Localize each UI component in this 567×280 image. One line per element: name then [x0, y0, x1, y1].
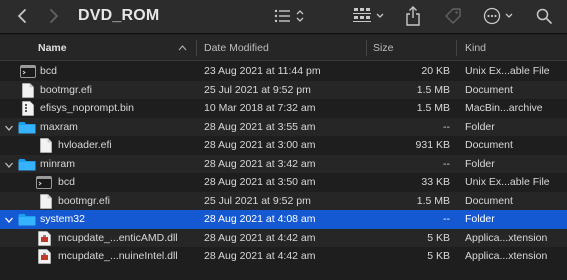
chevron-left-icon	[18, 9, 26, 23]
column-divider[interactable]	[456, 40, 457, 56]
terminal-file-icon	[36, 176, 52, 189]
file-kind: Document	[465, 83, 513, 96]
sort-ascending-icon	[178, 45, 187, 51]
file-row[interactable]: hvloader.efi 28 Aug 2021 at 3:00 am 931 …	[0, 136, 567, 155]
column-size[interactable]: Size	[373, 35, 393, 61]
date-modified: 28 Aug 2021 at 4:08 am	[204, 213, 316, 226]
file-name: bootmgr.efi	[58, 194, 110, 207]
file-kind: Folder	[465, 157, 495, 170]
terminal-file-icon	[20, 65, 36, 78]
file-name: bootmgr.efi	[40, 83, 92, 96]
file-name: bcd	[40, 65, 57, 78]
file-kind: Unix Ex...able File	[465, 176, 550, 189]
dll-extension-icon	[38, 249, 51, 264]
folder-row[interactable]: minram 28 Aug 2021 at 3:42 am -- Folder	[0, 154, 567, 173]
back-button[interactable]	[14, 6, 30, 26]
column-name[interactable]: Name	[38, 35, 67, 61]
list-view-icon	[274, 9, 304, 23]
share-icon	[406, 6, 420, 26]
file-kind: Folder	[465, 213, 495, 226]
file-size: --	[443, 157, 450, 170]
file-size: 1.5 MB	[416, 102, 450, 115]
folder-name: minram	[40, 157, 76, 170]
folder-name: maxram	[40, 120, 78, 133]
file-row[interactable]: bootmgr.efi 25 Jul 2021 at 9:52 pm 1.5 M…	[0, 80, 567, 99]
action-menu-button[interactable]	[483, 6, 519, 26]
file-size: 20 KB	[421, 65, 450, 78]
column-date-modified[interactable]: Date Modified	[204, 35, 269, 61]
file-row[interactable]: efisys_noprompt.bin 10 Mar 2018 at 7:32 …	[0, 99, 567, 118]
folder-icon	[18, 214, 36, 226]
file-kind: MacBin...archive	[465, 102, 543, 115]
document-icon	[40, 138, 52, 153]
file-row[interactable]: mcupdate_...enticAMD.dll 28 Aug 2021 at …	[0, 228, 567, 247]
document-icon	[40, 193, 52, 209]
file-size: 33 KB	[421, 176, 450, 189]
file-size: --	[443, 213, 450, 226]
file-row[interactable]: bcd 28 Aug 2021 at 3:50 am 33 KB Unix Ex…	[0, 173, 567, 192]
file-size: 5 KB	[427, 231, 450, 244]
column-header: Name Date Modified Size Kind	[0, 35, 567, 61]
file-name: efisys_noprompt.bin	[40, 102, 134, 115]
disclosure-expanded-icon[interactable]	[4, 215, 14, 225]
toolbar: DVD_ROM	[0, 0, 567, 34]
search-icon	[536, 8, 552, 24]
search-button[interactable]	[535, 6, 553, 26]
window-title: DVD_ROM	[78, 7, 160, 24]
date-modified: 28 Aug 2021 at 4:42 am	[204, 231, 316, 244]
file-row[interactable]: bcd 23 Aug 2021 at 11:44 pm 20 KB Unix E…	[0, 62, 567, 81]
column-divider[interactable]	[196, 40, 197, 56]
more-options-icon	[483, 7, 513, 25]
binary-archive-icon	[22, 101, 34, 116]
date-modified: 28 Aug 2021 at 4:42 am	[204, 250, 316, 263]
view-list-button[interactable]	[273, 6, 309, 26]
document-icon	[22, 82, 34, 98]
date-modified: 10 Mar 2018 at 7:32 am	[204, 102, 316, 115]
date-modified: 28 Aug 2021 at 3:42 am	[204, 157, 316, 170]
group-button[interactable]	[352, 6, 388, 26]
finder-window: DVD_ROM Name Date Modified Size Kind bcd…	[0, 0, 567, 280]
file-name: bcd	[58, 176, 75, 189]
date-modified: 23 Aug 2021 at 11:44 pm	[204, 65, 321, 78]
tags-button[interactable]	[443, 6, 463, 26]
file-size: --	[443, 120, 450, 133]
file-name: hvloader.efi	[58, 139, 112, 152]
file-row[interactable]: bootmgr.efi 25 Jul 2021 at 9:52 pm 1.5 M…	[0, 191, 567, 210]
folder-icon	[18, 158, 36, 170]
file-kind: Applica...xtension	[465, 231, 548, 244]
file-kind: Document	[465, 139, 513, 152]
folder-row-selected[interactable]: system32 28 Aug 2021 at 4:08 am -- Folde…	[0, 210, 567, 229]
file-size: 1.5 MB	[416, 83, 450, 96]
date-modified: 28 Aug 2021 at 3:00 am	[204, 139, 316, 152]
file-name: mcupdate_...nuineIntel.dll	[58, 250, 178, 263]
folder-row[interactable]: maxram 28 Aug 2021 at 3:55 am -- Folder	[0, 117, 567, 136]
tag-icon	[445, 8, 461, 24]
grid-group-icon	[353, 8, 384, 22]
share-button[interactable]	[404, 6, 422, 26]
date-modified: 25 Jul 2021 at 9:52 pm	[204, 83, 311, 96]
disclosure-expanded-icon[interactable]	[4, 123, 14, 133]
column-kind[interactable]: Kind	[465, 35, 486, 61]
file-size: 5 KB	[427, 250, 450, 263]
file-row[interactable]: mcupdate_...nuineIntel.dll 28 Aug 2021 a…	[0, 247, 567, 266]
disclosure-expanded-icon[interactable]	[4, 160, 14, 170]
file-list: bcd 23 Aug 2021 at 11:44 pm 20 KB Unix E…	[0, 62, 567, 266]
file-size: 931 KB	[415, 139, 450, 152]
file-kind: Unix Ex...able File	[465, 65, 550, 78]
file-kind: Applica...xtension	[465, 250, 548, 263]
file-kind: Folder	[465, 120, 495, 133]
dll-extension-icon	[38, 230, 51, 246]
file-size: 1.5 MB	[416, 194, 450, 207]
date-modified: 28 Aug 2021 at 3:55 am	[204, 120, 316, 133]
folder-icon	[18, 121, 36, 133]
forward-button[interactable]	[46, 6, 62, 26]
date-modified: 28 Aug 2021 at 3:50 am	[204, 176, 316, 189]
chevron-right-icon	[50, 9, 58, 23]
column-divider[interactable]	[366, 40, 367, 56]
file-kind: Document	[465, 194, 513, 207]
date-modified: 25 Jul 2021 at 9:52 pm	[204, 194, 311, 207]
file-name: mcupdate_...enticAMD.dll	[58, 231, 178, 244]
folder-name: system32	[40, 213, 85, 226]
